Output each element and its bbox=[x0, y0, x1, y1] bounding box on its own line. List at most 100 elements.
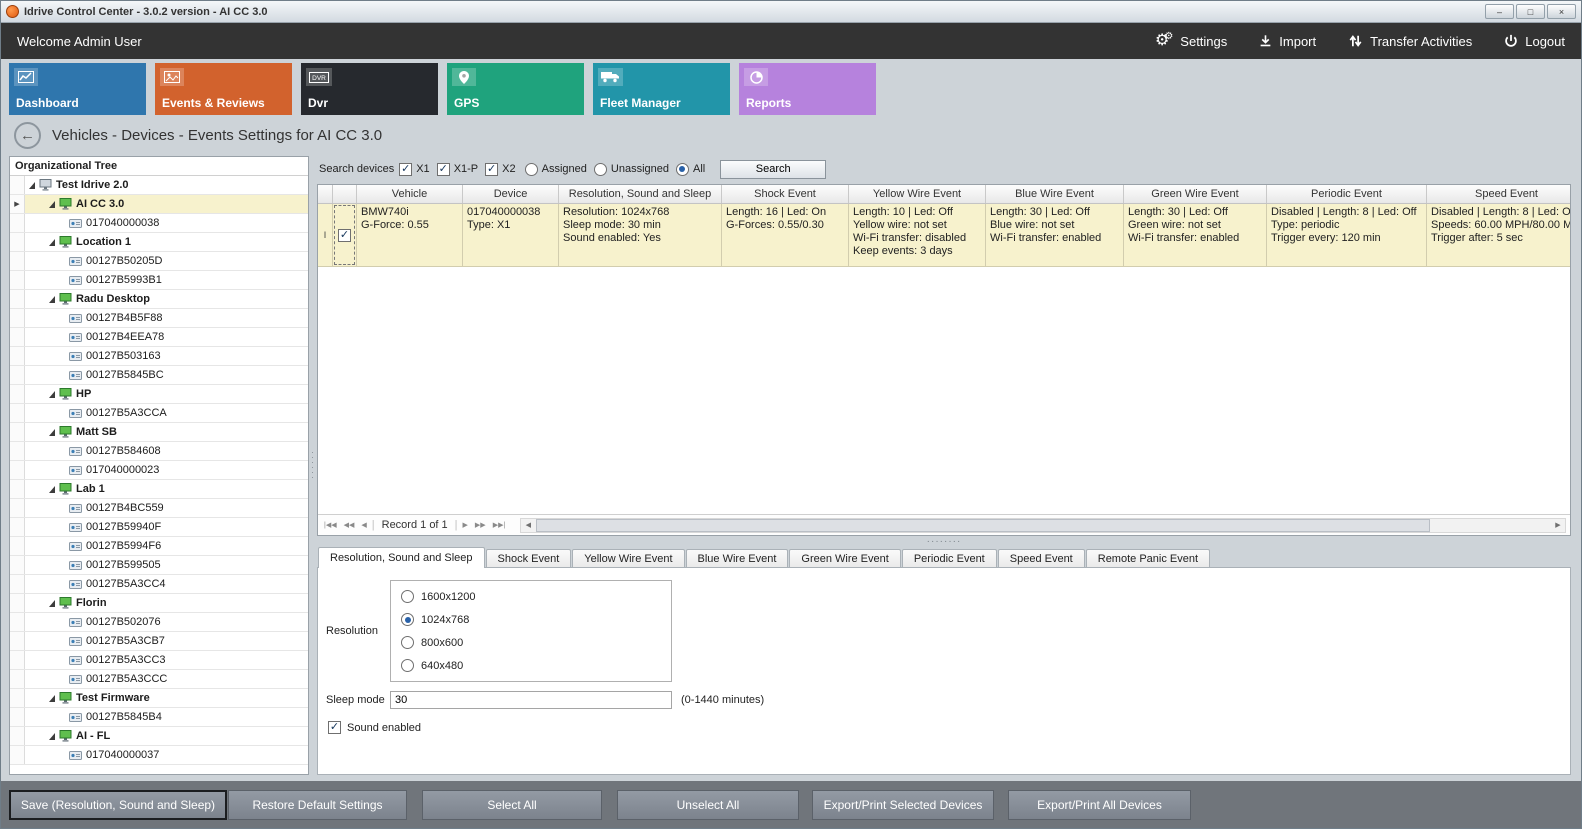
device-row[interactable]: I✓BMW740iG-Force: 0.55017040000038Type: … bbox=[318, 204, 1570, 267]
tile-reports[interactable]: Reports bbox=[739, 63, 876, 115]
footer-export-print-all-devices-button[interactable]: Export/Print All Devices bbox=[1008, 790, 1191, 820]
tree-item-test-firmware[interactable]: Test Firmware bbox=[10, 689, 308, 708]
grid-cell-resolution-sound-and-sleep[interactable]: Resolution: 1024x768Sleep mode: 30 minSo… bbox=[559, 204, 722, 267]
resolution-option-1600x1200[interactable]: 1600x1200 bbox=[401, 590, 661, 603]
tab-resolution-sound-and-sleep[interactable]: Resolution, Sound and Sleep bbox=[318, 547, 485, 568]
tab-periodic-event[interactable]: Periodic Event bbox=[902, 549, 997, 568]
prev-page-button[interactable]: ◀◀ bbox=[342, 521, 357, 529]
grid-cell-vehicle[interactable]: BMW740iG-Force: 0.55 bbox=[357, 204, 463, 267]
tab-speed-event[interactable]: Speed Event bbox=[998, 549, 1085, 568]
column-header-device[interactable]: Device bbox=[463, 185, 559, 203]
grid-cell-speed-event[interactable]: Disabled | Length: 8 | Led: OffSpeeds: 6… bbox=[1427, 204, 1571, 267]
expander-icon[interactable] bbox=[49, 239, 55, 246]
tree-item-00127b5993b1[interactable]: 00127B5993B1 bbox=[10, 271, 308, 290]
tile-dashboard[interactable]: Dashboard bbox=[9, 63, 146, 115]
tile-gps[interactable]: GPS bbox=[447, 63, 584, 115]
tree-item-00127b5a3cb7[interactable]: 00127B5A3CB7 bbox=[10, 632, 308, 651]
grid-cell-blue-wire-event[interactable]: Length: 30 | Led: OffBlue wire: not setW… bbox=[986, 204, 1124, 267]
tree-item-00127b59940f[interactable]: 00127B59940F bbox=[10, 518, 308, 537]
scroll-left-icon[interactable]: ◀ bbox=[521, 521, 535, 529]
filter-radio-assigned[interactable]: Assigned bbox=[525, 163, 587, 176]
tree-item-00127b5a3cca[interactable]: 00127B5A3CCA bbox=[10, 404, 308, 423]
footer-export-print-selected-devices-button[interactable]: Export/Print Selected Devices bbox=[812, 790, 994, 820]
tree-item-00127b5994f6[interactable]: 00127B5994F6 bbox=[10, 537, 308, 556]
expander-icon[interactable] bbox=[49, 429, 55, 436]
topbar-import-button[interactable]: Import bbox=[1259, 34, 1316, 49]
tree-item-00127b50205d[interactable]: 00127B50205D bbox=[10, 252, 308, 271]
tree-item-00127b5a3cc4[interactable]: 00127B5A3CC4 bbox=[10, 575, 308, 594]
grid-cell-green-wire-event[interactable]: Length: 30 | Led: OffGreen wire: not set… bbox=[1124, 204, 1267, 267]
filter-checkbox-x1-p[interactable]: ✓X1-P bbox=[437, 163, 478, 176]
tree-item-00127b5845bc[interactable]: 00127B5845BC bbox=[10, 366, 308, 385]
expander-icon[interactable] bbox=[49, 201, 55, 208]
filter-radio-all[interactable]: All bbox=[676, 163, 705, 176]
expander-icon[interactable] bbox=[29, 182, 35, 189]
tree-item-017040000037[interactable]: 017040000037 bbox=[10, 746, 308, 765]
column-header-blue-wire-event[interactable]: Blue Wire Event bbox=[986, 185, 1124, 203]
maximize-button[interactable]: □ bbox=[1516, 4, 1545, 19]
tree-item-00127b5845b4[interactable]: 00127B5845B4 bbox=[10, 708, 308, 727]
tree-item-017040000038[interactable]: 017040000038 bbox=[10, 214, 308, 233]
footer-unselect-all-button[interactable]: Unselect All bbox=[617, 790, 799, 820]
sleep-mode-input[interactable] bbox=[390, 691, 672, 709]
column-header-resolution-sound-and-sleep[interactable]: Resolution, Sound and Sleep bbox=[559, 185, 722, 203]
grid-cell-periodic-event[interactable]: Disabled | Length: 8 | Led: OffType: per… bbox=[1267, 204, 1427, 267]
topbar-transfer-activities-button[interactable]: Transfer Activities bbox=[1348, 34, 1472, 49]
sound-enabled-checkbox[interactable]: ✓ bbox=[328, 721, 341, 734]
tree-item-test-idrive-2-0[interactable]: Test Idrive 2.0 bbox=[10, 176, 308, 195]
tab-green-wire-event[interactable]: Green Wire Event bbox=[789, 549, 900, 568]
tree-item-hp[interactable]: HP bbox=[10, 385, 308, 404]
first-record-button[interactable]: |◀◀ bbox=[322, 521, 339, 529]
resolution-option-1024x768[interactable]: 1024x768 bbox=[401, 613, 661, 626]
tile-fleet-manager[interactable]: Fleet Manager bbox=[593, 63, 730, 115]
close-button[interactable]: × bbox=[1547, 4, 1576, 19]
tree-item-00127b4b5f88[interactable]: 00127B4B5F88 bbox=[10, 309, 308, 328]
tree-item-ai-cc-3-0[interactable]: ▶AI CC 3.0 bbox=[10, 195, 308, 214]
expander-icon[interactable] bbox=[49, 733, 55, 740]
expander-icon[interactable] bbox=[49, 486, 55, 493]
horizontal-scrollbar[interactable]: ◀ ▶ bbox=[520, 518, 1566, 533]
topbar-logout-button[interactable]: Logout bbox=[1504, 34, 1565, 49]
tile-dvr[interactable]: DVRDvr bbox=[301, 63, 438, 115]
tree-item-00127b4eea78[interactable]: 00127B4EEA78 bbox=[10, 328, 308, 347]
tile-events-reviews[interactable]: Events & Reviews bbox=[155, 63, 292, 115]
tree-item-00127b4bc559[interactable]: 00127B4BC559 bbox=[10, 499, 308, 518]
footer-save-resolution-sound-and-sleep-button[interactable]: Save (Resolution, Sound and Sleep) bbox=[9, 790, 227, 820]
tree-item-00127b5a3ccc[interactable]: 00127B5A3CCC bbox=[10, 670, 308, 689]
expander-icon[interactable] bbox=[49, 296, 55, 303]
tree-item-lab-1[interactable]: Lab 1 bbox=[10, 480, 308, 499]
expander-icon[interactable] bbox=[49, 600, 55, 607]
tree-item-00127b502076[interactable]: 00127B502076 bbox=[10, 613, 308, 632]
grid-cell-device[interactable]: 017040000038Type: X1 bbox=[463, 204, 559, 267]
tree-item-00127b5a3cc3[interactable]: 00127B5A3CC3 bbox=[10, 651, 308, 670]
tree-item-ai-fl[interactable]: AI - FL bbox=[10, 727, 308, 746]
tab-yellow-wire-event[interactable]: Yellow Wire Event bbox=[572, 549, 684, 568]
scrollbar-thumb[interactable] bbox=[536, 519, 1430, 532]
filter-checkbox-x2[interactable]: ✓X2 bbox=[485, 163, 515, 176]
row-select-cell[interactable]: ✓ bbox=[333, 204, 357, 267]
tree-item-00127b599505[interactable]: 00127B599505 bbox=[10, 556, 308, 575]
grid-cell-shock-event[interactable]: Length: 16 | Led: OnG-Forces: 0.55/0.30 bbox=[722, 204, 849, 267]
next-page-button[interactable]: ▶▶ bbox=[473, 521, 488, 529]
row-checkbox[interactable]: ✓ bbox=[338, 229, 351, 242]
tree-item-radu-desktop[interactable]: Radu Desktop bbox=[10, 290, 308, 309]
last-record-button[interactable]: ▶▶| bbox=[491, 521, 508, 529]
filter-radio-unassigned[interactable]: Unassigned bbox=[594, 163, 669, 176]
filter-checkbox-x1[interactable]: ✓X1 bbox=[399, 163, 429, 176]
tab-remote-panic-event[interactable]: Remote Panic Event bbox=[1086, 549, 1210, 568]
tree-item-017040000023[interactable]: 017040000023 bbox=[10, 461, 308, 480]
resolution-option-640x480[interactable]: 640x480 bbox=[401, 659, 661, 672]
expander-icon[interactable] bbox=[49, 391, 55, 398]
back-button[interactable]: ← bbox=[14, 122, 41, 149]
vertical-splitter[interactable]: ······ bbox=[309, 156, 317, 775]
column-header-green-wire-event[interactable]: Green Wire Event bbox=[1124, 185, 1267, 203]
sound-enabled-option[interactable]: ✓ Sound enabled bbox=[326, 721, 1570, 734]
scrollbar-track[interactable] bbox=[535, 519, 1551, 532]
prev-record-button[interactable]: ◀ bbox=[359, 521, 368, 529]
footer-restore-default-settings-button[interactable]: Restore Default Settings bbox=[228, 790, 407, 820]
expander-icon[interactable] bbox=[49, 695, 55, 702]
tree-item-florin[interactable]: Florin bbox=[10, 594, 308, 613]
resolution-option-800x600[interactable]: 800x600 bbox=[401, 636, 661, 649]
topbar-settings-button[interactable]: ⚙⚙Settings bbox=[1155, 33, 1227, 49]
scroll-right-icon[interactable]: ▶ bbox=[1551, 521, 1565, 529]
